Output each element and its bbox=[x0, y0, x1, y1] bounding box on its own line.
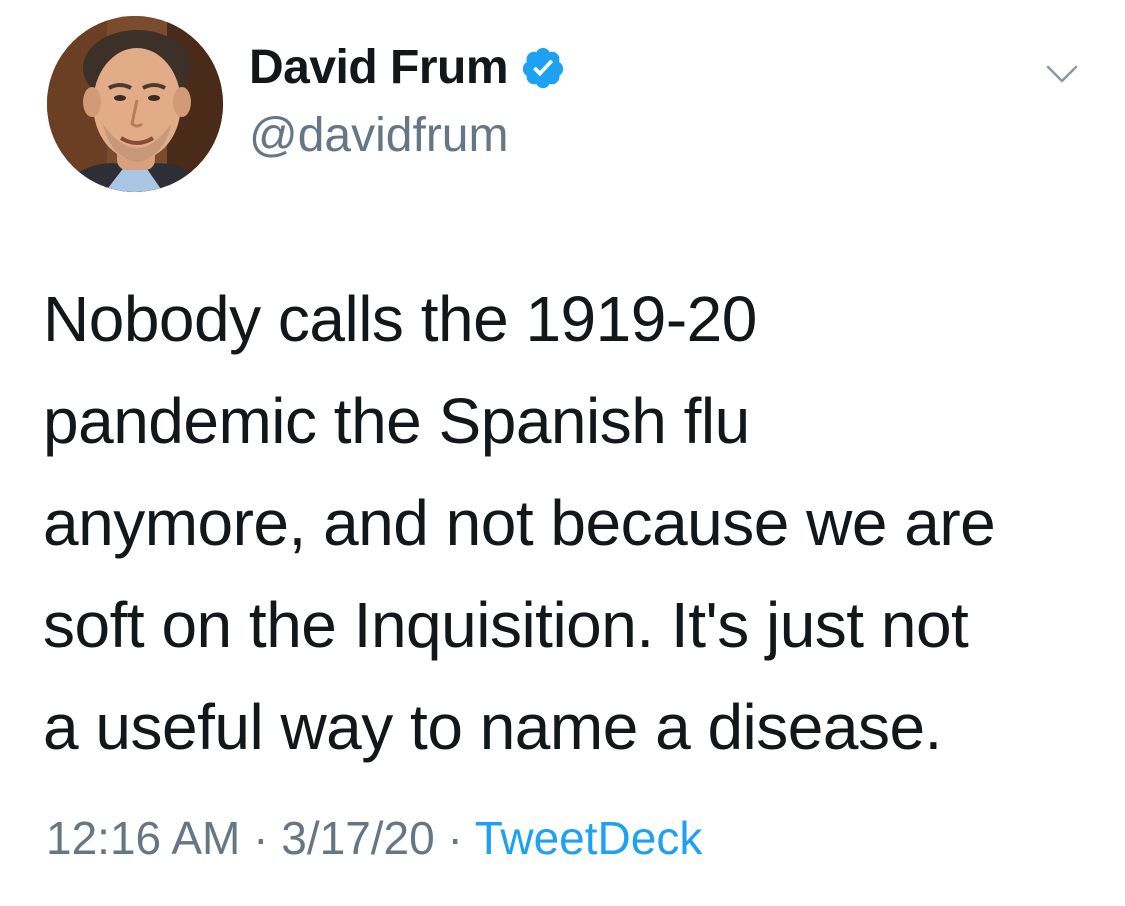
author-handle[interactable]: @davidfrum bbox=[249, 112, 508, 160]
tweet-source-link[interactable]: TweetDeck bbox=[475, 812, 703, 864]
author-name-row: David Frum bbox=[249, 44, 566, 92]
author-display-name[interactable]: David Frum bbox=[249, 44, 509, 92]
chevron-down-icon[interactable] bbox=[1043, 55, 1081, 93]
tweet-text-line: Nobody calls the 1919-20 bbox=[43, 283, 757, 355]
tweet-text-line: soft on the Inquisition. It's just not bbox=[43, 589, 969, 661]
tweet-time[interactable]: 12:16 AM bbox=[46, 812, 240, 864]
tweet-meta: 12:16 AM · 3/17/20 · TweetDeck bbox=[46, 810, 702, 866]
tweet-card: David Frum @davidfrum Nobody calls the 1… bbox=[0, 0, 1125, 906]
tweet-text-line: anymore, and not because we are bbox=[43, 487, 996, 559]
author-avatar[interactable] bbox=[47, 16, 223, 192]
verified-badge-icon bbox=[522, 47, 564, 89]
meta-separator: · bbox=[434, 812, 475, 864]
avatar-photo bbox=[47, 16, 223, 192]
tweet-text: Nobody calls the 1919-20 pandemic the Sp… bbox=[43, 268, 1088, 778]
tweet-date[interactable]: 3/17/20 bbox=[281, 812, 434, 864]
tweet-text-line: a useful way to name a disease. bbox=[43, 691, 942, 763]
meta-separator: · bbox=[240, 812, 282, 864]
tweet-text-line: pandemic the Spanish flu bbox=[43, 385, 750, 457]
